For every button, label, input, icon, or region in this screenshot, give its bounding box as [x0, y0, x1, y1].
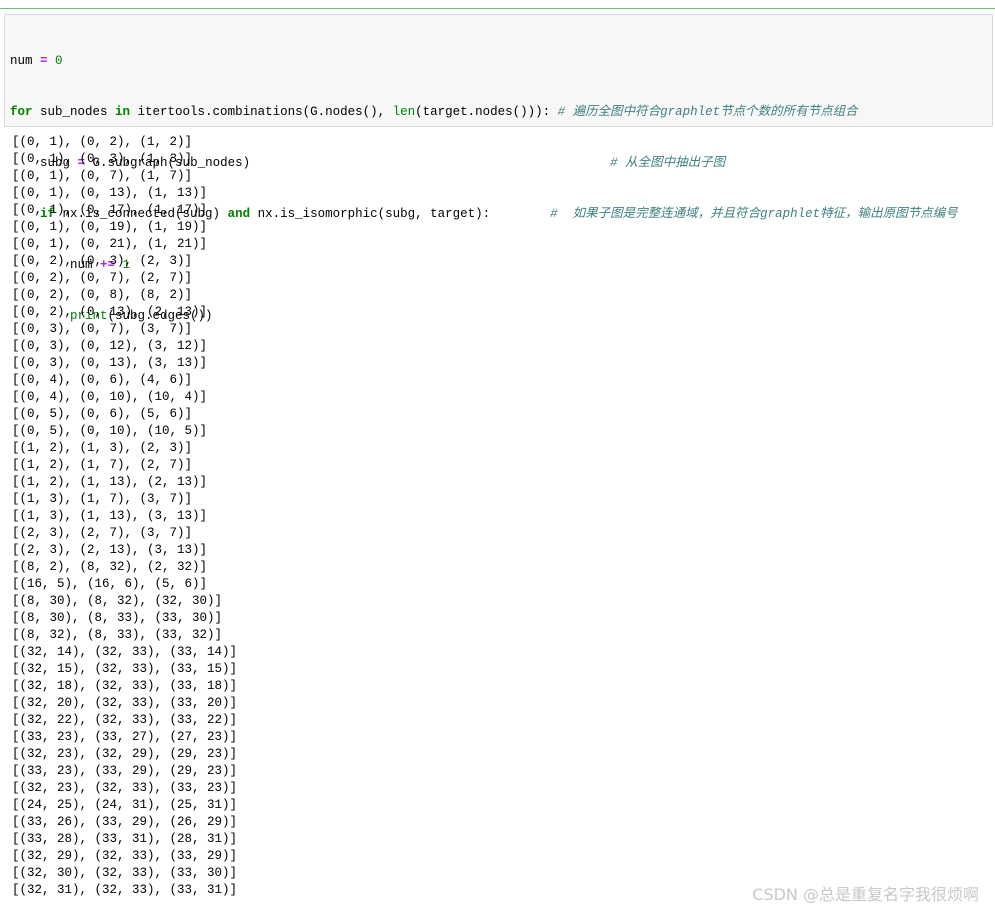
output-line: [(1, 3), (1, 13), (3, 13)]	[12, 509, 208, 523]
output-line: [(0, 2), (0, 3), (2, 3)]	[12, 254, 193, 268]
output-line: [(32, 18), (32, 33), (33, 18)]	[12, 679, 238, 693]
output-line: [(32, 29), (32, 33), (33, 29)]	[12, 849, 238, 863]
output-line: [(0, 1), (0, 13), (1, 13)]	[12, 186, 208, 200]
output-line: [(32, 23), (32, 33), (33, 23)]	[12, 781, 238, 795]
output-line: [(0, 5), (0, 6), (5, 6)]	[12, 407, 193, 421]
output-line: [(32, 14), (32, 33), (33, 14)]	[12, 645, 238, 659]
output-line: [(0, 4), (0, 10), (10, 4)]	[12, 390, 208, 404]
output-line: [(1, 2), (1, 7), (2, 7)]	[12, 458, 193, 472]
code-line-1: num = 0	[10, 54, 63, 68]
output-line: [(32, 31), (32, 33), (33, 31)]	[12, 883, 238, 897]
output-line: [(16, 5), (16, 6), (5, 6)]	[12, 577, 208, 591]
output-line: [(32, 15), (32, 33), (33, 15)]	[12, 662, 238, 676]
output-line: [(8, 32), (8, 33), (33, 32)]	[12, 628, 223, 642]
output-line: [(32, 30), (32, 33), (33, 30)]	[12, 866, 238, 880]
code-comment: # 遍历全图中符合graphlet节点个数的所有节点组合	[557, 105, 858, 119]
output-line: [(33, 28), (33, 31), (28, 31)]	[12, 832, 238, 846]
output-line: [(32, 20), (32, 33), (33, 20)]	[12, 696, 238, 710]
output-line: [(1, 2), (1, 13), (2, 13)]	[12, 475, 208, 489]
output-line: [(0, 1), (0, 21), (1, 21)]	[12, 237, 208, 251]
output-line: [(0, 3), (0, 12), (3, 12)]	[12, 339, 208, 353]
output-line: [(32, 23), (32, 29), (29, 23)]	[12, 747, 238, 761]
cell-output: [(0, 1), (0, 2), (1, 2)] [(0, 1), (0, 3),…	[12, 134, 237, 899]
output-line: [(0, 2), (0, 7), (2, 7)]	[12, 271, 193, 285]
output-line: [(0, 1), (0, 7), (1, 7)]	[12, 169, 193, 183]
output-line: [(33, 23), (33, 29), (29, 23)]	[12, 764, 238, 778]
output-line: [(33, 23), (33, 27), (27, 23)]	[12, 730, 238, 744]
output-line: [(24, 25), (24, 31), (25, 31)]	[12, 798, 238, 812]
output-line: [(0, 1), (0, 17), (1, 17)]	[12, 203, 208, 217]
output-line: [(2, 3), (2, 13), (3, 13)]	[12, 543, 208, 557]
output-line: [(32, 22), (32, 33), (33, 22)]	[12, 713, 238, 727]
output-line: [(2, 3), (2, 7), (3, 7)]	[12, 526, 193, 540]
output-line: [(0, 2), (0, 13), (2, 13)]	[12, 305, 208, 319]
output-line: [(0, 3), (0, 7), (3, 7)]	[12, 322, 193, 336]
output-line: [(8, 30), (8, 32), (32, 30)]	[12, 594, 223, 608]
output-line: [(1, 3), (1, 7), (3, 7)]	[12, 492, 193, 506]
output-line: [(0, 5), (0, 10), (10, 5)]	[12, 424, 208, 438]
output-line: [(0, 1), (0, 19), (1, 19)]	[12, 220, 208, 234]
watermark: CSDN @总是重复名字我很烦啊	[752, 885, 979, 904]
code-comment: # 从全图中抽出子图	[610, 156, 726, 170]
output-line: [(8, 30), (8, 33), (33, 30)]	[12, 611, 223, 625]
output-line: [(0, 4), (0, 6), (4, 6)]	[12, 373, 193, 387]
cell-separator	[0, 8, 995, 9]
output-line: [(33, 26), (33, 29), (26, 29)]	[12, 815, 238, 829]
output-line: [(0, 3), (0, 13), (3, 13)]	[12, 356, 208, 370]
code-line-2: for sub_nodes in itertools.combinations(…	[10, 105, 858, 119]
output-line: [(8, 2), (8, 32), (2, 32)]	[12, 560, 208, 574]
output-line: [(1, 2), (1, 3), (2, 3)]	[12, 441, 193, 455]
output-line: [(0, 2), (0, 8), (8, 2)]	[12, 288, 193, 302]
notebook-page: num = 0 for sub_nodes in itertools.combi…	[0, 0, 995, 912]
code-comment: # 如果子图是完整连通域，并且符合graphlet特征，输出原图节点编号	[550, 207, 958, 221]
output-line: [(0, 1), (0, 2), (1, 2)]	[12, 135, 193, 149]
output-line: [(0, 1), (0, 3), (1, 3)]	[12, 152, 193, 166]
